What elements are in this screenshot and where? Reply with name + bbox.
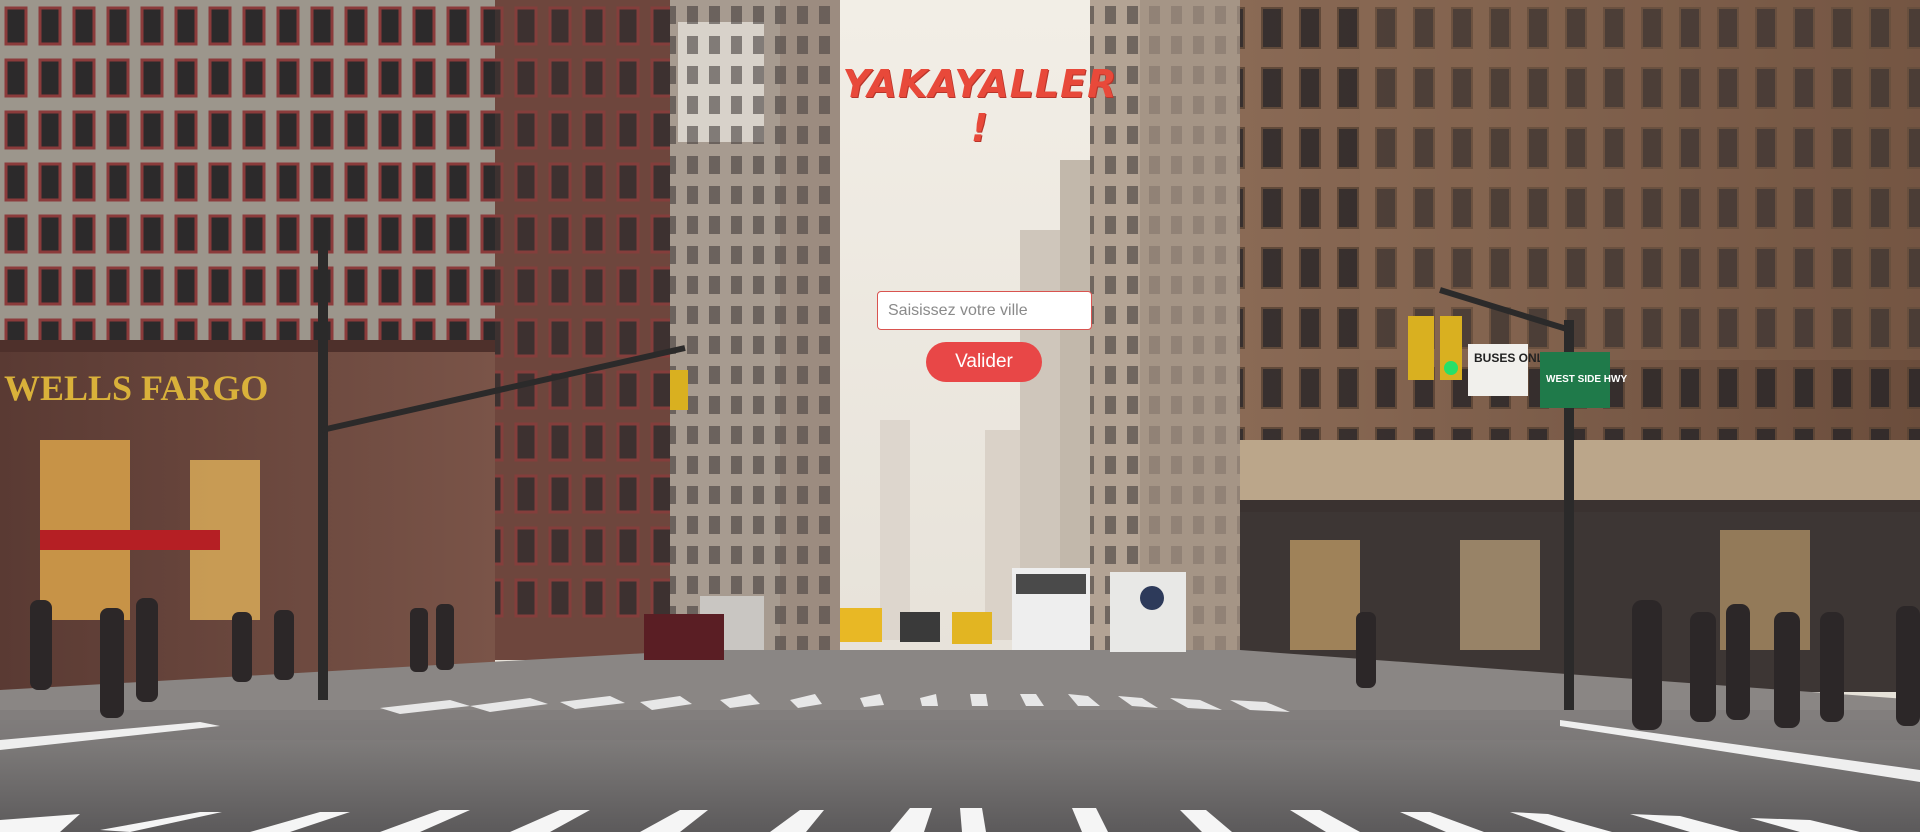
city-search-input[interactable] — [877, 291, 1092, 330]
app-title: YAKAYALLER ! — [842, 62, 1118, 150]
page: WELLS FARGO BUSES ONLY WEST SIDE HWY YAK… — [0, 0, 1920, 832]
submit-button[interactable]: Valider — [926, 342, 1042, 382]
buses-only-sign: BUSES ONLY — [1474, 351, 1551, 365]
wells-fargo-sign: WELLS FARGO — [4, 368, 268, 408]
west-side-hwy-sign: WEST SIDE HWY — [1546, 374, 1627, 385]
